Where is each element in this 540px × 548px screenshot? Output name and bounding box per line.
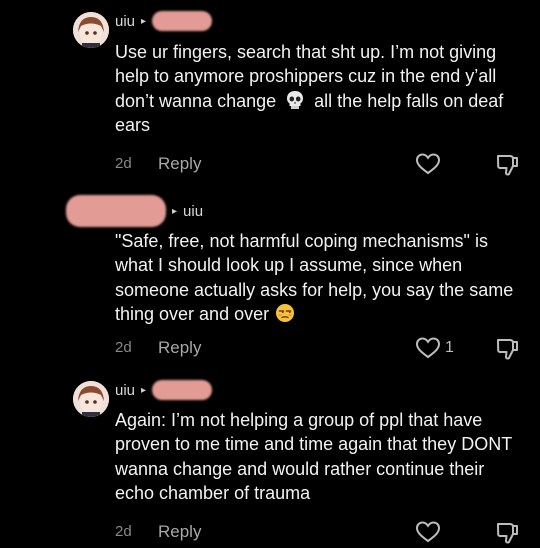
- skull-emoji: [287, 90, 304, 109]
- thumbs-down-icon: [497, 155, 518, 176]
- comment-header: ▸ uiu: [66, 195, 203, 227]
- comment: uiu ▸ Again: I’m not helping a group of …: [0, 370, 540, 548]
- reply-button[interactable]: Reply: [158, 522, 201, 542]
- like-count: 1: [445, 339, 454, 356]
- comment: ▸ uiu "Safe, free, not harmful coping me…: [0, 185, 540, 370]
- comment-header: uiu ▸: [115, 11, 213, 31]
- avatar-image: [73, 12, 109, 48]
- like-button[interactable]: 1: [415, 336, 454, 360]
- reply-arrow-icon: ▸: [141, 384, 147, 396]
- comment-footer: 2d Reply: [115, 520, 525, 547]
- dislike-button[interactable]: [495, 336, 519, 362]
- thumbs-down-icon: [497, 339, 518, 360]
- redacted-username: [152, 380, 213, 400]
- reply-arrow-icon: ▸: [172, 205, 178, 217]
- avatar[interactable]: [73, 12, 109, 48]
- heart-icon: [415, 153, 441, 175]
- unamused-face-emoji: [276, 303, 295, 322]
- comment-footer: 2d Reply 1: [115, 336, 525, 363]
- reply-arrow-icon: ▸: [141, 15, 147, 27]
- heart-icon: [415, 521, 441, 543]
- avatar[interactable]: [73, 381, 109, 417]
- dislike-button[interactable]: [495, 152, 519, 178]
- redacted-username: [152, 11, 213, 31]
- like-button[interactable]: [415, 520, 445, 544]
- comment: uiu ▸ Use ur fingers, search that sht up…: [0, 0, 540, 185]
- comment-text: Use ur fingers, search that sht up. I’m …: [115, 42, 504, 135]
- reply-button[interactable]: Reply: [158, 154, 201, 174]
- timestamp: 2d: [115, 523, 132, 540]
- comment-footer: 2d Reply: [115, 152, 525, 179]
- redacted-username: [66, 195, 166, 227]
- comment-text: Again: I’m not helping a group of ppl th…: [115, 410, 512, 503]
- timestamp: 2d: [115, 339, 132, 356]
- thumbs-down-icon: [497, 523, 518, 544]
- timestamp: 2d: [115, 155, 132, 172]
- reply-button[interactable]: Reply: [158, 338, 201, 358]
- author-name[interactable]: uiu: [115, 13, 135, 30]
- author-name[interactable]: uiu: [115, 382, 135, 399]
- like-button[interactable]: [415, 152, 445, 176]
- comment-header: uiu ▸: [115, 380, 213, 400]
- heart-icon: [415, 337, 441, 359]
- author-name[interactable]: uiu: [183, 203, 203, 220]
- dislike-button[interactable]: [495, 520, 519, 546]
- comment-text: "Safe, free, not harmful coping mechanis…: [115, 231, 514, 324]
- avatar-image: [73, 381, 109, 417]
